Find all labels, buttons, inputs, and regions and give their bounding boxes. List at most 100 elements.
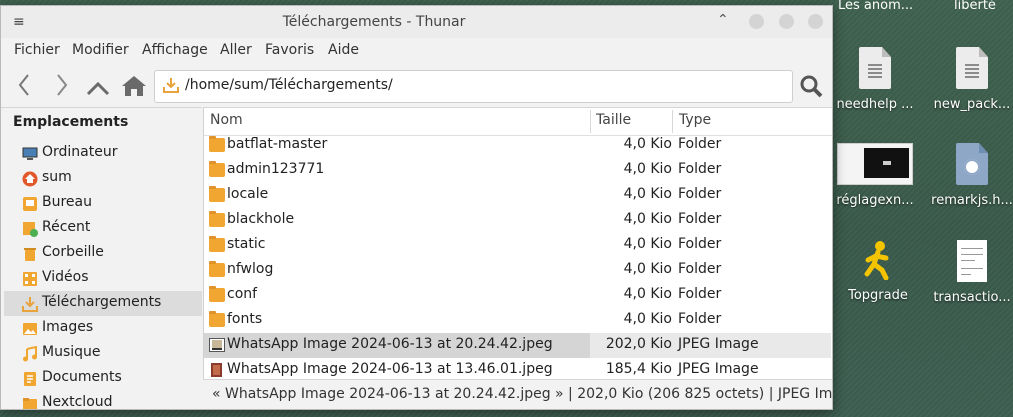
maximize-button[interactable] [779,14,794,29]
file-size: 202,0 Kio [605,336,672,352]
text-file-icon [859,47,891,89]
folder-icon [209,136,225,152]
file-row[interactable]: conf 4,0 Kio Folder [204,283,832,308]
sidebar-item-nextcloud[interactable]: Nextcloud [4,391,202,409]
sidebar-item-videos[interactable]: Vidéos [4,266,202,291]
sidebar-item-recent[interactable]: Récent [4,216,202,241]
file-size: 4,0 Kio [623,161,672,177]
sidebar-item-documents[interactable]: Documents [4,366,202,391]
close-button[interactable] [808,14,823,29]
desktop-top-label[interactable]: Les anom... [838,0,913,13]
sidebar-item-musique[interactable]: Musique [4,341,202,366]
toolbar: /home/sum/Téléchargements/ [1,65,832,107]
file-row[interactable]: static 4,0 Kio Folder [204,233,832,258]
file-name: WhatsApp Image 2024-06-13 at 20.24.42.jp… [227,336,553,352]
document-thumbnail-icon [957,240,987,282]
desktop-icon-transaction[interactable]: transactio... [930,240,1013,305]
file-name: admin123771 [227,161,325,177]
desktop-icon-needhelp[interactable]: needhelp ... [833,47,917,112]
download-icon [163,78,179,93]
file-row-selected[interactable]: WhatsApp Image 2024-06-13 at 20.24.42.jp… [204,333,832,358]
file-name: conf [227,286,258,302]
window-title: Téléchargements - Thunar [282,14,466,30]
sidebar-item-ordinateur[interactable]: Ordinateur [4,141,202,166]
file-type: Folder [678,311,722,327]
file-row[interactable]: batflat-master 4,0 Kio Folder [204,133,832,158]
file-type: Folder [678,286,722,302]
menu-aide[interactable]: Aide [328,42,359,58]
location-bar[interactable]: /home/sum/Téléchargements/ [154,70,793,103]
computer-icon [22,147,38,160]
desktop-icon-label: remarkjs.h... [931,193,1013,208]
desktop-icon-label: transactio... [933,290,1011,305]
column-size-header[interactable]: Taille [596,112,631,128]
minimize-button[interactable] [749,14,764,29]
file-size: 185,4 Kio [605,361,672,377]
sidebar-item-label: Images [42,319,94,335]
desktop-icon-reglage[interactable]: réglagexn... [833,143,917,208]
back-button[interactable] [17,73,31,102]
desktop-top-label[interactable]: liberté [954,0,996,13]
desktop-icon-label: needhelp ... [836,97,914,112]
folder-icon [209,236,225,252]
folder-icon [209,286,225,302]
html-file-icon [956,143,988,185]
menu-modifier[interactable]: Modifier [72,42,129,58]
sidebar-item-telechargements[interactable]: Téléchargements [4,291,202,316]
file-row[interactable]: WhatsApp Image 2024-06-13 at 13.46.01.jp… [204,358,832,379]
sidebar-item-label: Documents [42,369,122,385]
documents-icon [24,372,36,386]
sidebar-item-label: Ordinateur [42,144,118,160]
home-icon [122,76,146,96]
file-row[interactable]: blackhole 4,0 Kio Folder [204,208,832,233]
file-type: Folder [678,136,722,152]
sidebar-item-sum[interactable]: sum [4,166,202,191]
sidebar-heading: Emplacements [13,114,129,130]
file-row[interactable]: nfwlog 4,0 Kio Folder [204,258,832,283]
file-row[interactable]: fonts 4,0 Kio Folder [204,308,832,333]
menu-fichier[interactable]: Fichier [14,42,60,58]
desktop-icon-new-pack[interactable]: new_pack... [930,47,1013,112]
title-bar[interactable]: ≡ Téléchargements - Thunar ⌃ [1,6,832,38]
folder-icon [209,186,225,202]
file-name: static [227,236,266,252]
sidebar-item-images[interactable]: Images [4,316,202,341]
chevron-up-icon[interactable]: ⌃ [717,12,729,28]
status-text: « WhatsApp Image 2024-06-13 at 20.24.42.… [212,386,832,402]
menu-affichage[interactable]: Affichage [142,42,208,58]
file-size: 4,0 Kio [623,286,672,302]
file-row[interactable]: locale 4,0 Kio Folder [204,183,832,208]
sidebar-item-bureau[interactable]: Bureau [4,191,202,216]
music-icon [23,346,37,362]
chevron-up-icon [86,81,110,96]
column-type-header[interactable]: Type [679,112,711,128]
menu-aller[interactable]: Aller [220,42,252,58]
trash-icon [24,248,36,261]
location-path[interactable]: /home/sum/Téléchargements/ [185,77,393,93]
videos-icon [23,272,37,286]
sidebar-item-corbeille[interactable]: Corbeille [4,241,202,266]
folder-icon [209,311,225,327]
folder-icon [209,211,225,227]
sidebar-item-label: sum [42,169,72,185]
forward-button[interactable] [55,73,69,102]
up-button[interactable] [86,76,110,102]
file-list[interactable]: Nom Taille Type batflat-master 4,0 Kio F… [203,107,832,379]
file-name: WhatsApp Image 2024-06-13 at 13.46.01.jp… [227,361,553,377]
desktop-icon-label: new_pack... [933,97,1011,112]
desktop-icon-remarkjs[interactable]: remarkjs.h... [930,143,1013,208]
column-name-header[interactable]: Nom [210,112,243,128]
file-row[interactable]: admin123771 4,0 Kio Folder [204,158,832,183]
file-size: 4,0 Kio [623,186,672,202]
sidebar-item-label: Téléchargements [42,294,162,310]
file-type: JPEG Image [678,336,759,352]
file-size: 4,0 Kio [623,136,672,152]
file-manager-window: ≡ Téléchargements - Thunar ⌃ Fichier Mod… [0,5,833,410]
sidebar: Emplacements Ordinateur sum Bureau Récen… [1,107,202,409]
chevron-left-icon [18,74,29,96]
desktop-icon-topgrade[interactable]: Topgrade [836,240,920,303]
search-button[interactable] [799,74,823,102]
file-size: 4,0 Kio [623,311,672,327]
menu-favoris[interactable]: Favoris [265,42,314,58]
home-button[interactable] [121,75,147,102]
